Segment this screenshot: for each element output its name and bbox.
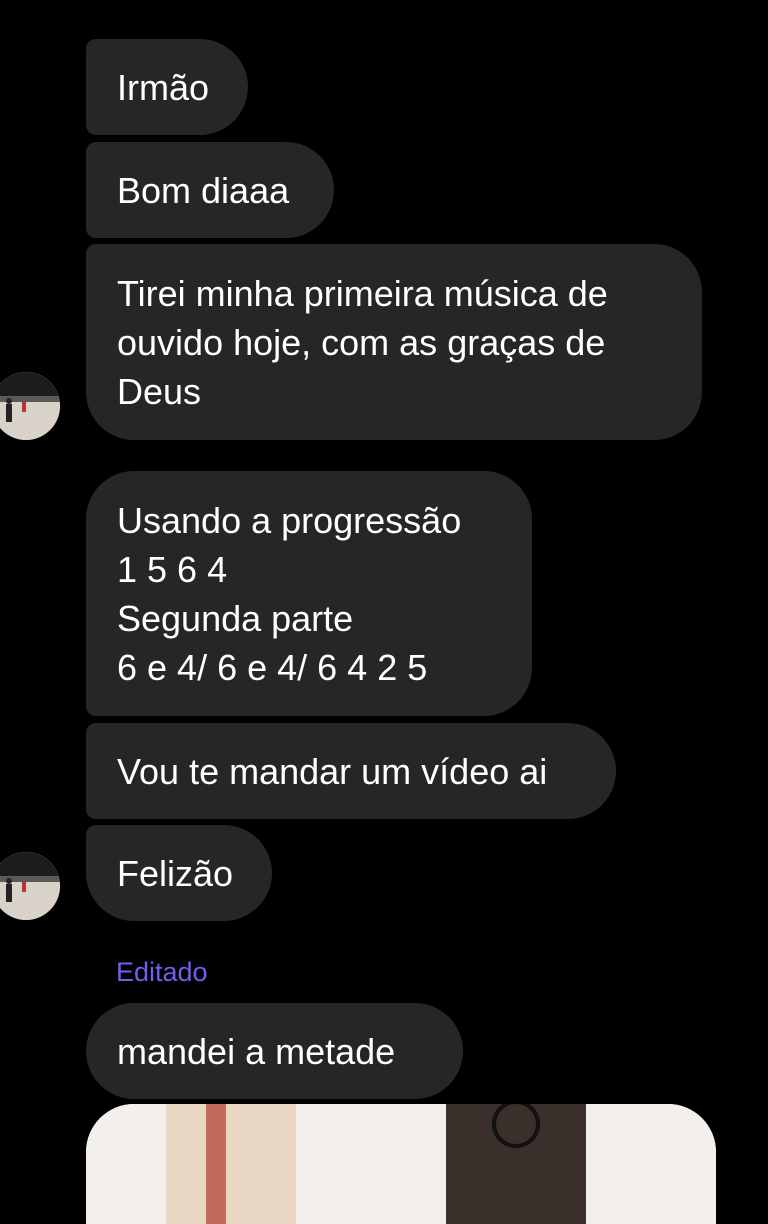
message-text: Usando a progressão 1 5 6 4 Segunda part… (117, 499, 462, 688)
avatar-photo-icon (0, 852, 60, 920)
message-text: Bom diaaa (117, 169, 290, 211)
video-thumbnail[interactable] (86, 1104, 716, 1224)
message-text: Irmão (117, 66, 210, 108)
edited-label: Editado (116, 957, 208, 987)
message-bubble[interactable]: Usando a progressão 1 5 6 4 Segunda part… (86, 471, 532, 716)
message-bubble[interactable]: Vou te mandar um vídeo ai (86, 723, 616, 819)
avatar-photo-icon (0, 372, 60, 440)
message-bubble[interactable]: mandei a metade (86, 1003, 463, 1099)
avatar[interactable] (0, 372, 60, 440)
video-preview-image (86, 1104, 716, 1224)
avatar[interactable] (0, 852, 60, 920)
message-bubble[interactable]: Felizão (86, 825, 272, 921)
message-text: Tirei minha primeira música de ouvido ho… (117, 272, 608, 412)
message-bubble[interactable]: Bom diaaa (86, 142, 334, 238)
message-bubble[interactable]: Irmão (86, 39, 248, 135)
message-text: Vou te mandar um vídeo ai (117, 750, 548, 792)
message-bubble[interactable]: Tirei minha primeira música de ouvido ho… (86, 244, 702, 440)
message-text: Felizão (117, 852, 234, 894)
message-text: mandei a metade (117, 1030, 396, 1072)
